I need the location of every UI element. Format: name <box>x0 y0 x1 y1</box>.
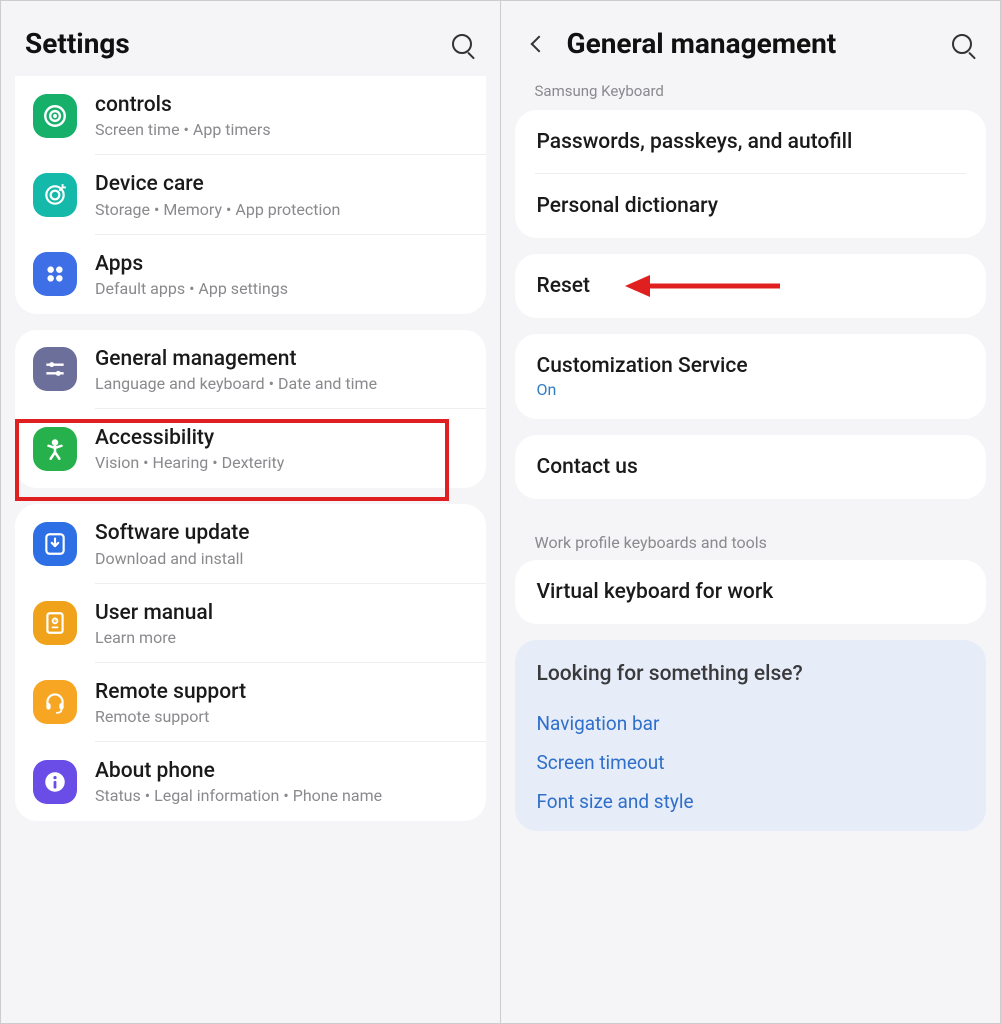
item-subtitle: Screen time • App timers <box>95 120 466 139</box>
settings-pane: Settings controls Screen time • App timer… <box>1 1 501 1023</box>
settings-item-user-manual[interactable]: ? User manual Learn more <box>15 584 486 663</box>
item-text: Remote support Remote support <box>95 679 466 726</box>
item-subtitle: Download and install <box>95 549 466 568</box>
page-title: General management <box>567 27 935 60</box>
svg-text:?: ? <box>53 616 57 625</box>
back-button[interactable] <box>525 38 553 50</box>
item-virtual-keyboard-work[interactable]: Virtual keyboard for work <box>515 560 987 624</box>
settings-item-apps[interactable]: Apps Default apps • App settings <box>15 235 486 314</box>
item-subtitle: Remote support <box>95 707 466 726</box>
general-management-pane: General management Samsung Keyboard Pass… <box>501 1 1001 1023</box>
settings-item-software-update[interactable]: Software update Download and install <box>15 504 486 583</box>
settings-item-accessibility[interactable]: Accessibility Vision • Hearing • Dexterit… <box>15 409 486 488</box>
item-subtitle: Vision • Hearing • Dexterity <box>95 453 466 472</box>
item-title: Apps <box>95 251 466 277</box>
item-title: General management <box>95 346 466 372</box>
item-text: General management Language and keyboard … <box>95 346 466 393</box>
item-text: Software update Download and install <box>95 520 466 567</box>
item-label: Passwords, passkeys, and autofill <box>537 130 965 154</box>
suggestions-heading: Looking for something else? <box>537 662 965 686</box>
item-text: User manual Learn more <box>95 600 466 647</box>
item-subtitle: Status • Legal information • Phone name <box>95 786 466 805</box>
item-subtitle: Language and keyboard • Date and time <box>95 374 466 393</box>
page-title: Settings <box>25 27 434 60</box>
item-label: Reset <box>537 274 965 298</box>
item-text: Apps Default apps • App settings <box>95 251 466 298</box>
suggest-link-screen-timeout[interactable]: Screen timeout <box>537 743 965 782</box>
item-subtitle: Default apps • App settings <box>95 279 466 298</box>
person-icon <box>33 427 77 471</box>
item-reset[interactable]: Reset <box>515 254 987 318</box>
search-icon <box>952 34 972 54</box>
item-title: Device care <box>95 171 466 197</box>
item-contact-us[interactable]: Contact us <box>515 435 987 499</box>
item-title: Remote support <box>95 679 466 705</box>
search-icon <box>452 34 472 54</box>
settings-card-g3: Software update Download and install? User… <box>15 504 486 821</box>
sliders-icon <box>33 347 77 391</box>
settings-card-g1: controls Screen time • App timers Device c… <box>15 76 486 314</box>
card-reset: Reset <box>515 254 987 318</box>
search-button[interactable] <box>948 34 976 54</box>
settings-item-remote-support[interactable]: Remote support Remote support <box>15 663 486 742</box>
settings-item-controls[interactable]: controls Screen time • App timers <box>15 76 486 155</box>
bullseye-icon <box>33 94 77 138</box>
settings-item-device-care[interactable]: Device care Storage • Memory • App protec… <box>15 155 486 234</box>
settings-item-about-phone[interactable]: About phone Status • Legal information • … <box>15 742 486 821</box>
item-subtitle: Learn more <box>95 628 466 647</box>
item-title: Software update <box>95 520 466 546</box>
samsung-keyboard-label: Samsung Keyboard <box>501 78 1001 110</box>
item-title: User manual <box>95 600 466 626</box>
item-personal-dictionary[interactable]: Personal dictionary <box>515 174 987 238</box>
settings-item-general-management[interactable]: General management Language and keyboard … <box>15 330 486 409</box>
info-icon <box>33 760 77 804</box>
gm-header: General management <box>501 1 1001 78</box>
card-passwords-dictionary: Passwords, passkeys, and autofill Person… <box>515 110 987 238</box>
item-text: About phone Status • Legal information • … <box>95 758 466 805</box>
item-label: Personal dictionary <box>537 194 965 218</box>
item-label: Customization Service <box>537 354 965 378</box>
item-title: Accessibility <box>95 425 466 451</box>
target-icon <box>33 173 77 217</box>
item-status: On <box>537 380 965 399</box>
item-text: Device care Storage • Memory • App protec… <box>95 171 466 218</box>
item-label: Virtual keyboard for work <box>537 580 965 604</box>
item-title: About phone <box>95 758 466 784</box>
headset-icon <box>33 680 77 724</box>
search-button[interactable] <box>448 34 476 54</box>
item-subtitle: Storage • Memory • App protection <box>95 200 466 219</box>
section-work-profile: Work profile keyboards and tools <box>501 515 1001 560</box>
chevron-left-icon <box>530 35 547 52</box>
settings-card-g2: General management Language and keyboard … <box>15 330 486 489</box>
item-text: controls Screen time • App timers <box>95 92 466 139</box>
settings-header: Settings <box>1 1 500 78</box>
grid4-icon <box>33 252 77 296</box>
suggestions-card: Looking for something else? Navigation b… <box>515 640 987 831</box>
suggest-link-navigation-bar[interactable]: Navigation bar <box>537 704 965 743</box>
card-customization: Customization Service On <box>515 334 987 419</box>
download-icon <box>33 522 77 566</box>
suggest-link-font-size-style[interactable]: Font size and style <box>537 782 965 821</box>
card-work-keyboard: Virtual keyboard for work <box>515 560 987 624</box>
item-text: Accessibility Vision • Hearing • Dexterit… <box>95 425 466 472</box>
item-customization-service[interactable]: Customization Service On <box>515 334 987 419</box>
item-label: Contact us <box>537 455 965 479</box>
card-contact: Contact us <box>515 435 987 499</box>
item-passwords-autofill[interactable]: Passwords, passkeys, and autofill <box>515 110 987 174</box>
book-icon: ? <box>33 601 77 645</box>
item-title: controls <box>95 92 466 118</box>
